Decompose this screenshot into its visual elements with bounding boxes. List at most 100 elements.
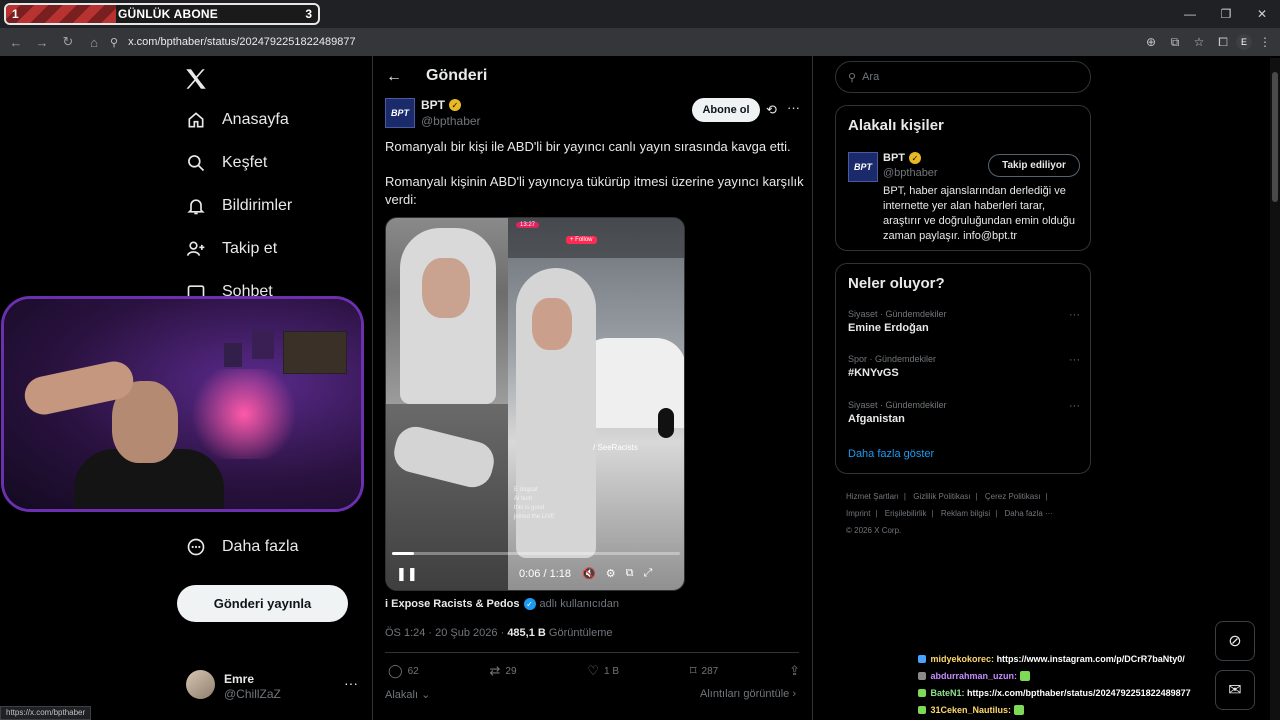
repost-count: 29 [505,665,517,677]
fullscreen-icon[interactable]: ⤢ [643,567,652,580]
avatar[interactable]: BPT [385,98,415,128]
more-dots-icon[interactable]: ··· [344,675,358,691]
scrollbar-thumb[interactable] [1272,72,1278,202]
attribution-name[interactable]: i Expose Racists & Pedos [385,598,520,610]
show-more-link[interactable]: Daha fazla göster [848,448,934,460]
x-logo-icon[interactable] [183,66,209,92]
sidebar-item-more[interactable]: Daha fazla [186,537,299,557]
sidebar-item-follow[interactable]: Takip et [186,239,277,259]
bell-icon [187,199,205,215]
sidebar-item-home[interactable]: Anasayfa [186,110,289,130]
account-handle: @ChillZaZ [224,687,281,701]
footer-separator: | [1045,492,1048,501]
back-arrow-icon[interactable]: ← [386,68,402,86]
trend-item[interactable]: Siyaset · Gündemdekiler Afganistan ··· [848,400,1080,425]
sidebar-item-notifications[interactable]: Bildirimler [186,196,292,216]
webcam-overlay [4,299,361,509]
close-icon[interactable]: ✕ [1244,0,1280,28]
avatar[interactable]: BPT [848,152,878,182]
chat-message: midyekokorec: https://www.instagram.com/… [918,651,1278,668]
author-name[interactable]: BPT ✓ [421,98,461,112]
forward-arrow-icon[interactable]: → [30,30,54,54]
post-button[interactable]: Gönderi yayınla [177,585,348,622]
related-person-handle[interactable]: @bpthaber [883,167,938,179]
more-dots-icon[interactable]: ··· [1069,309,1080,321]
back-arrow-icon[interactable]: ← [4,30,28,54]
more-dots-icon[interactable]: ··· [1069,354,1080,366]
trend-item[interactable]: Siyaset · Gündemdekiler Emine Erdoğan ··… [848,309,1080,334]
webcam-wall-frame [224,343,242,367]
bookmark-button[interactable]: ⌑ 287 [690,663,718,679]
site-info-icon[interactable]: ⚲ [110,36,118,49]
chat-username: 31Ceken_Nautilus: [930,705,1012,715]
banner-progress-stripes [6,5,116,23]
banner-left-number: 1 [12,7,19,21]
minimize-icon[interactable]: — [1172,0,1208,28]
footer-link[interactable]: Hizmet Şartları [846,492,899,501]
webcam-light [184,369,304,459]
video-progress-fill [392,552,415,555]
more-dots-icon[interactable]: ··· [1069,400,1080,412]
sidebar-item-label: Anasayfa [222,111,289,128]
footer-link[interactable]: Imprint [846,509,870,518]
card-title: Neler oluyor? [848,275,945,292]
footer-link[interactable]: Reklam bilgisi [941,509,990,518]
footer-link[interactable]: Daha fazla ··· [1005,509,1053,518]
reply-button[interactable]: ◯ 62 [388,663,419,679]
bookmark-star-icon[interactable]: ☆ [1188,30,1210,54]
author-handle[interactable]: @bpthaber [421,114,481,128]
video-frame-right: 13:27 + Follow [508,218,684,590]
post-timestamp[interactable]: ÖS 1:24 · 20 Şub 2026 · [385,627,504,639]
bookmark-icon: ⌑ [689,663,697,678]
sidebar-item-explore[interactable]: Keşfet [186,153,267,173]
profile-avatar[interactable]: E [1236,34,1252,50]
related-person-name[interactable]: BPT ✓ [883,152,921,164]
video-comment: Al tech [514,496,533,502]
browser-right-tools: ⊕ ⧉ ☆ ⧠ E ⋮ [1140,30,1276,54]
more-dots-icon[interactable]: ··· [787,100,800,115]
browser-menu-icon[interactable]: ⋮ [1254,30,1276,54]
view-count: 485,1 B [507,627,546,639]
footer-link[interactable]: Çerez Politikası [985,492,1041,501]
video-player[interactable]: 13:27 + Follow / SeeRacists E dogcat Al … [385,217,685,591]
page-scrollbar[interactable] [1270,58,1280,720]
subscribe-button[interactable]: Abone ol [692,98,760,122]
home-icon[interactable]: ⌂ [82,30,106,54]
pip-icon[interactable]: ⧉ [626,567,634,580]
sidebar-item-label: Keşfet [222,154,268,171]
bookmark-count: 287 [701,665,719,677]
footer-link[interactable]: Erişilebilirlik [885,509,927,518]
settings-icon[interactable]: ⚙ [606,567,616,580]
video-follow-tag: + Follow [566,236,597,244]
extensions-icon[interactable]: ⧠ [1212,30,1234,54]
address-url[interactable]: x.com/bpthaber/status/202479225182248987… [128,36,356,48]
video-progress-bar[interactable] [392,552,680,555]
chat-username: BateN1: [930,688,965,698]
like-count: 1 B [604,665,620,677]
relevance-dropdown[interactable]: Alakalı ⌄ [385,688,430,701]
like-button[interactable]: ♡ 1 B [587,663,619,679]
account-switcher[interactable]: Emre @ChillZaZ ··· [186,670,358,704]
view-quotes-link[interactable]: Alıntıları görüntüle › [700,688,796,700]
pause-icon[interactable]: ❚❚ [396,566,418,582]
zoom-icon[interactable]: ⊕ [1140,30,1162,54]
trend-item[interactable]: Spor · Gündemdekiler #KNYvGS ··· [848,354,1080,379]
reload-icon[interactable]: ↻ [56,30,80,54]
trend-title: Afganistan [848,413,905,425]
trend-category: Siyaset · Gündemdekiler [848,309,947,319]
install-icon[interactable]: ⧉ [1164,30,1186,54]
restore-icon[interactable]: ❐ [1208,0,1244,28]
home-icon [188,112,204,128]
search-icon: ⚲ [848,71,857,84]
share-button[interactable]: ⇪ [789,663,800,679]
relevance-label: Alakalı [385,689,419,701]
mute-icon[interactable]: 🔇 [582,567,596,580]
grok-icon[interactable]: ⟲ [766,102,777,118]
footer-link[interactable]: Gizlilik Politikası [913,492,970,501]
video-microphone [658,408,674,438]
address-bar[interactable]: ⚲ x.com/bpthaber/status/2024792251822489… [104,31,1144,53]
footer-separator: | [975,492,978,501]
repost-button[interactable]: ⇄ 29 [490,663,517,679]
following-button[interactable]: Takip ediliyor [988,154,1080,177]
search-input[interactable]: ⚲ Ara [835,61,1091,93]
